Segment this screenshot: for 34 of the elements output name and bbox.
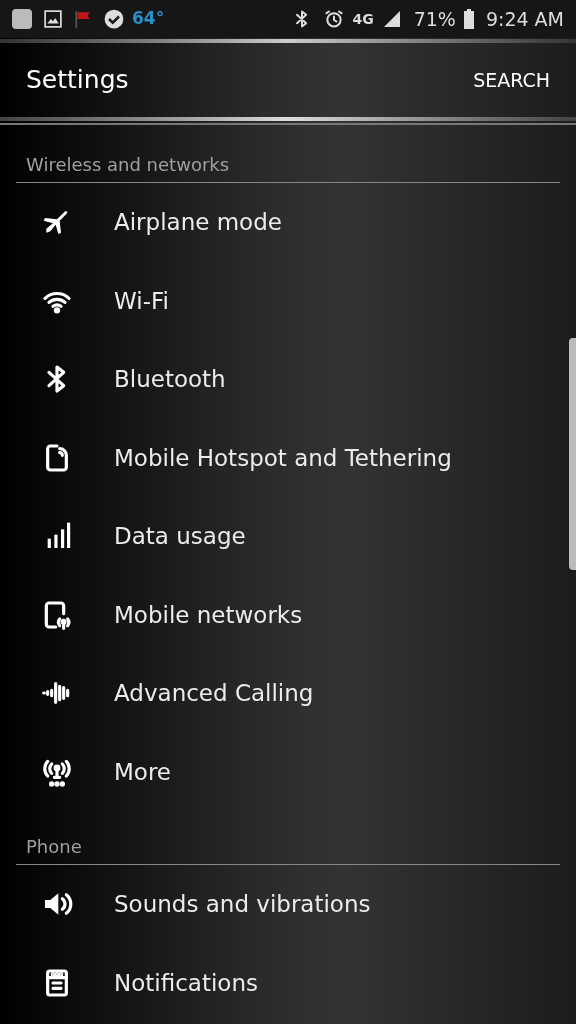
- clock: 9:24 AM: [485, 6, 564, 32]
- settings-item[interactable]: Notifications: [0, 943, 566, 1022]
- settings-item[interactable]: Bluetooth: [0, 340, 566, 419]
- settings-item[interactable]: Airplane mode: [0, 183, 566, 262]
- network-type: 4G: [352, 9, 374, 29]
- item-label: Airplane mode: [114, 208, 282, 237]
- settings-item[interactable]: Sounds and vibrations: [0, 865, 566, 944]
- section-header: Phone: [26, 836, 82, 857]
- temperature: 64°: [132, 7, 165, 31]
- search-button[interactable]: SEARCH: [473, 65, 550, 95]
- check-circle-icon: [104, 9, 124, 29]
- item-label: Bluetooth: [114, 365, 226, 394]
- battery-percent: 71%: [413, 6, 456, 32]
- item-label: Mobile Hotspot and Tethering: [114, 443, 452, 473]
- battery-icon: [463, 9, 474, 29]
- item-label: More: [114, 757, 172, 787]
- alarm-icon: [324, 9, 345, 29]
- settings-item[interactable]: Mobile networks: [0, 575, 566, 654]
- settings-item[interactable]: Mobile Hotspot and Tethering: [0, 418, 566, 497]
- settings-item[interactable]: More: [0, 732, 566, 811]
- settings-item[interactable]: Advanced Calling: [0, 654, 566, 733]
- item-label: Mobile networks: [114, 600, 303, 630]
- scrollbar-icon: [569, 338, 576, 570]
- page-title: Settings: [26, 64, 129, 97]
- flag-icon: [74, 10, 92, 28]
- item-label: Notifications: [114, 968, 258, 998]
- item-label: Sounds and vibrations: [114, 890, 371, 919]
- settings-item[interactable]: Wi-Fi: [0, 261, 566, 340]
- item-label: Wi-Fi: [114, 286, 169, 316]
- image-icon: [44, 10, 62, 28]
- settings-item[interactable]: Data usage: [0, 497, 566, 576]
- section-header: Wireless and networks: [26, 154, 230, 175]
- item-label: Advanced Calling: [114, 679, 314, 708]
- item-label: Data usage: [114, 522, 246, 551]
